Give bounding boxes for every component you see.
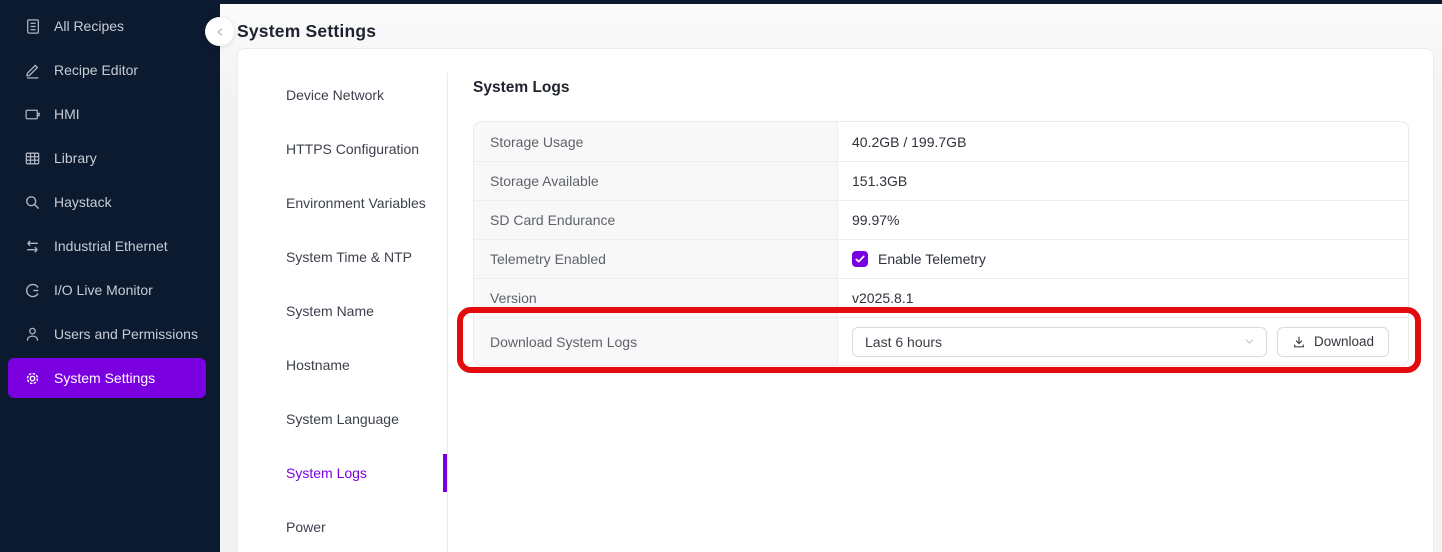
monitor-icon — [24, 106, 41, 123]
chevron-left-icon — [213, 25, 227, 39]
row-label: SD Card Endurance — [474, 201, 838, 239]
sidebar-item-label: System Settings — [54, 370, 155, 386]
sidebar-item-io-live-monitor[interactable]: I/O Live Monitor — [0, 268, 220, 312]
settings-nav-label: System Time & NTP — [286, 249, 412, 265]
settings-nav-system-name[interactable]: System Name — [238, 284, 448, 338]
search-icon — [24, 194, 41, 211]
settings-nav-device-network[interactable]: Device Network — [238, 68, 448, 122]
sidebar-item-industrial-ethernet[interactable]: Industrial Ethernet — [0, 224, 220, 268]
row-value: 40.2GB / 199.7GB — [838, 122, 1408, 161]
chevron-down-icon — [1243, 335, 1256, 348]
main-area: System Settings Device Network HTTPS Con… — [220, 4, 1442, 552]
system-logs-table: Storage Usage 40.2GB / 199.7GB Storage A… — [473, 121, 1409, 366]
row-label: Version — [474, 279, 838, 317]
sidebar-item-haystack[interactable]: Haystack — [0, 180, 220, 224]
row-label: Download System Logs — [474, 318, 838, 365]
sidebar-item-label: Haystack — [54, 194, 112, 210]
top-accent-bar — [0, 0, 1442, 4]
sidebar-item-recipe-editor[interactable]: Recipe Editor — [0, 48, 220, 92]
download-button[interactable]: Download — [1277, 327, 1389, 357]
telemetry-checkbox-label: Enable Telemetry — [878, 251, 986, 267]
row-label: Storage Usage — [474, 122, 838, 161]
sidebar-item-system-settings[interactable]: System Settings — [8, 358, 206, 398]
table-row-version: Version v2025.8.1 — [474, 278, 1408, 317]
active-indicator-bar — [443, 454, 447, 492]
user-icon — [24, 326, 41, 343]
row-value: v2025.8.1 — [838, 279, 1408, 317]
settings-nav-label: System Logs — [286, 465, 367, 481]
sidebar-item-users-permissions[interactable]: Users and Permissions — [0, 312, 220, 356]
settings-card: Device Network HTTPS Configuration Envir… — [237, 48, 1434, 552]
page-title: System Settings — [237, 21, 376, 42]
settings-nav-system-language[interactable]: System Language — [238, 392, 448, 446]
settings-nav-label: HTTPS Configuration — [286, 141, 419, 157]
settings-nav-label: Power — [286, 519, 326, 535]
table-row-storage-usage: Storage Usage 40.2GB / 199.7GB — [474, 122, 1408, 161]
section-title: System Logs — [473, 79, 569, 97]
settings-nav-label: Environment Variables — [286, 195, 426, 211]
row-value: 99.97% — [838, 201, 1408, 239]
recipes-icon — [24, 18, 41, 35]
row-value: Enable Telemetry — [838, 240, 1408, 278]
settings-nav-label: Hostname — [286, 357, 350, 373]
settings-nav-power[interactable]: Power — [238, 500, 448, 552]
settings-nav-label: Device Network — [286, 87, 384, 103]
sidebar-item-label: Library — [54, 150, 97, 166]
settings-nav-hostname[interactable]: Hostname — [238, 338, 448, 392]
settings-nav-system-logs[interactable]: System Logs — [238, 446, 448, 500]
sidebar-item-label: Recipe Editor — [54, 62, 138, 78]
sidebar-item-label: HMI — [54, 106, 80, 122]
pencil-icon — [24, 62, 41, 79]
sidebar-item-label: Users and Permissions — [54, 326, 198, 342]
table-row-download-system-logs: Download System Logs Last 6 hours — [474, 317, 1408, 365]
settings-nav-https-configuration[interactable]: HTTPS Configuration — [238, 122, 448, 176]
sidebar-item-label: I/O Live Monitor — [54, 282, 153, 298]
log-range-select-value: Last 6 hours — [865, 334, 942, 350]
swap-arrows-icon — [24, 238, 41, 255]
row-label: Storage Available — [474, 162, 838, 200]
sidebar-item-hmi[interactable]: HMI — [0, 92, 220, 136]
settings-nav: Device Network HTTPS Configuration Envir… — [238, 68, 448, 552]
row-value: Last 6 hours — [838, 318, 1408, 365]
checkmark-icon — [854, 253, 866, 265]
download-icon — [1292, 335, 1306, 349]
row-value: 151.3GB — [838, 162, 1408, 200]
download-button-label: Download — [1314, 334, 1374, 349]
settings-nav-environment-variables[interactable]: Environment Variables — [238, 176, 448, 230]
settings-nav-system-time-ntp[interactable]: System Time & NTP — [238, 230, 448, 284]
telemetry-checkbox[interactable] — [852, 251, 868, 267]
table-row-storage-available: Storage Available 151.3GB — [474, 161, 1408, 200]
sidebar-collapse-button[interactable] — [205, 17, 234, 46]
settings-nav-label: System Name — [286, 303, 374, 319]
gauge-icon — [24, 282, 41, 299]
sidebar-item-label: Industrial Ethernet — [54, 238, 168, 254]
log-range-select[interactable]: Last 6 hours — [852, 327, 1267, 357]
sidebar-item-all-recipes[interactable]: All Recipes — [0, 4, 220, 48]
app-sidebar: All Recipes Recipe Editor HMI Library — [0, 0, 220, 552]
grid-icon — [24, 150, 41, 167]
row-label: Telemetry Enabled — [474, 240, 838, 278]
gear-icon — [24, 370, 41, 387]
settings-nav-label: System Language — [286, 411, 399, 427]
sidebar-item-label: All Recipes — [54, 18, 124, 34]
table-row-telemetry-enabled: Telemetry Enabled Enable Telemetry — [474, 239, 1408, 278]
sidebar-item-library[interactable]: Library — [0, 136, 220, 180]
table-row-sd-card-endurance: SD Card Endurance 99.97% — [474, 200, 1408, 239]
